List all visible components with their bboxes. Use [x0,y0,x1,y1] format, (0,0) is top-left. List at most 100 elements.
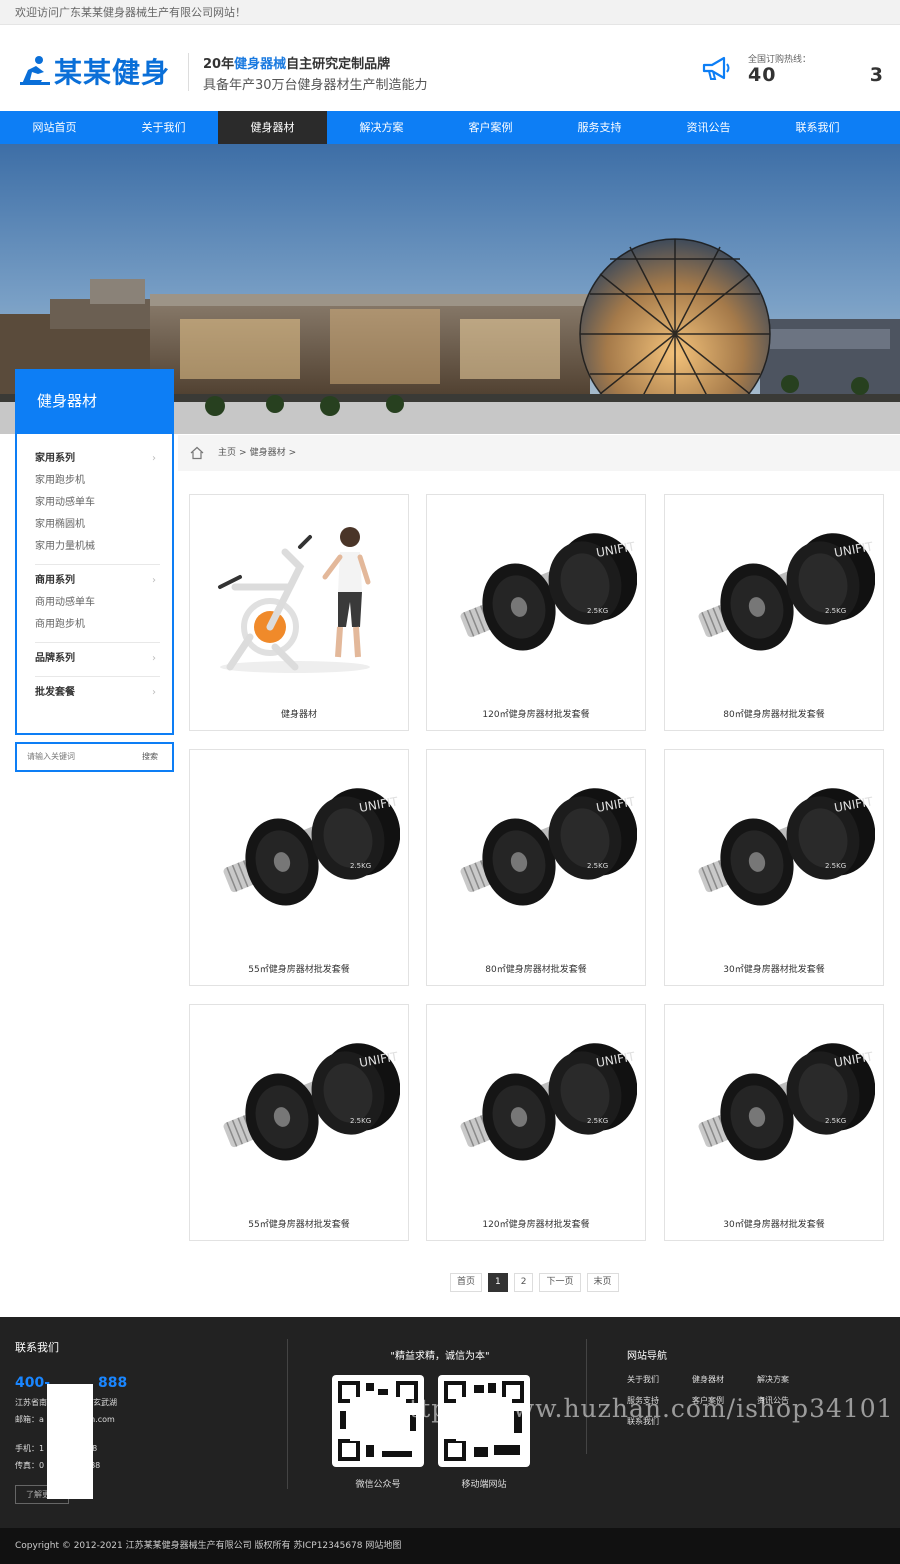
product-title[interactable]: 55㎡健身房器材批发套餐 [190,962,408,975]
page-number-button[interactable]: 2 [513,1273,534,1292]
dumbbell-product-image[interactable]: UNIFIT 2.5KG [675,507,876,697]
page-first-button[interactable]: 首页 [450,1273,483,1292]
exercise-bike-product-image[interactable] [200,507,400,697]
nav-item-6[interactable]: 资讯公告 [654,111,763,144]
page-last-button[interactable]: 末页 [586,1273,619,1292]
sidebar-category: 品牌系列 › [35,643,160,677]
sidebar-category-head[interactable]: 品牌系列 › [35,648,160,670]
slogan-line2: 具备年产30万台健身器材生产制造能力 [203,78,428,93]
product-title[interactable]: 55㎡健身房器材批发套餐 [190,1217,408,1230]
top-welcome-bar: 欢迎访问广东某某健身器械生产有限公司网站！ [0,0,900,25]
search-input[interactable]: 请输入关键词 [27,744,75,770]
footer-nav-link[interactable]: 解决方案 [757,1374,822,1385]
sidebar-category: 批发套餐 › [35,677,160,710]
product-card[interactable]: UNIFIT 2.5KG 120㎡健身房器材批发套餐 [426,494,646,731]
sidebar-category-head[interactable]: 批发套餐 › [35,682,160,704]
chevron-right-icon: › [152,653,156,664]
dumbbell-product-image[interactable]: UNIFIT 2.5KG [437,762,638,952]
footer-qr-section: "精益求精，诚信为本" 微信公众号 移动端网站 [320,1347,560,1490]
svg-text:2.5KG: 2.5KG [587,862,608,870]
sidebar-subitem[interactable]: 家用椭圆机 [35,514,160,536]
dumbbell-product-image[interactable]: UNIFIT 2.5KG [675,762,876,952]
sidebar-category-list: 家用系列 › 家用跑步机 家用动感单车 家用椭圆机 家用力量机械 商用系列 › 商用动感单车 商用… [15,434,174,735]
nav-item-2[interactable]: 健身器材 [218,111,327,144]
product-card[interactable]: UNIFIT 2.5KG 55㎡健身房器材批发套餐 [189,1004,409,1241]
site-header: 某某健身 20年健身器械自主研究定制品牌 具备年产30万台健身器材生产制造能力 … [0,25,900,111]
sidebar-category: 家用系列 › 家用跑步机 家用动感单车 家用椭圆机 家用力量机械 [35,434,160,565]
sidebar-category-label: 商用系列 [35,575,75,586]
logo-text: 某某健身 [54,56,171,89]
sidebar-title: 健身器材 [15,369,174,434]
nav-item-4[interactable]: 客户案例 [436,111,545,144]
footer-quote: "精益求精，诚信为本" [390,1351,490,1362]
sidebar-category-head[interactable]: 商用系列 › [35,570,160,592]
svg-text:2.5KG: 2.5KG [587,1117,608,1125]
footer-divider [287,1339,288,1489]
svg-text:2.5KG: 2.5KG [350,1117,371,1125]
sidebar-category-label: 批发套餐 [35,687,75,698]
hotline-number: 40 3 [748,64,884,86]
product-card[interactable]: UNIFIT 2.5KG 30㎡健身房器材批发套餐 [664,749,884,986]
welcome-text: 欢迎访问广东某某健身器械生产有限公司网站！ [15,6,246,19]
page-next-button[interactable]: 下一页 [539,1273,581,1292]
sidebar-category: 商用系列 › 商用动感单车 商用跑步机 [35,565,160,643]
product-title[interactable]: 80㎡健身房器材批发套餐 [427,962,645,975]
nav-item-0[interactable]: 网站首页 [0,111,109,144]
pagination: 首页 1 2 下一页 末页 [450,1273,619,1292]
product-card[interactable]: UNIFIT 2.5KG 80㎡健身房器材批发套餐 [664,494,884,731]
watermark-text: https://www.huzhan.com/ishop34101 [392,1394,894,1423]
main-nav: 网站首页 关于我们 健身器材 解决方案 客户案例 服务支持 资讯公告 联系我们 [0,111,900,144]
dumbbell-product-image[interactable]: UNIFIT 2.5KG [437,507,638,697]
nav-item-7[interactable]: 联系我们 [763,111,872,144]
product-title[interactable]: 健身器材 [190,707,408,720]
product-title[interactable]: 120㎡健身房器材批发套餐 [427,1217,645,1230]
product-title[interactable]: 120㎡健身房器材批发套餐 [427,707,645,720]
breadcrumb-home[interactable]: 主页 [218,435,236,471]
chevron-right-icon: › [152,453,156,464]
product-card[interactable]: 健身器材 [189,494,409,731]
page-number-button[interactable]: 1 [488,1273,508,1292]
sidebar-subitem[interactable]: 家用动感单车 [35,492,160,514]
wechat-qr-caption: 微信公众号 [355,1480,401,1490]
sidebar-subitem[interactable]: 家用力量机械 [35,536,160,558]
sidebar-subitem[interactable]: 家用跑步机 [35,470,160,492]
product-title[interactable]: 30㎡健身房器材批发套餐 [665,1217,883,1230]
search-button[interactable]: 搜索 [142,744,158,770]
dumbbell-product-image[interactable]: UNIFIT 2.5KG [675,1017,876,1207]
nav-item-1[interactable]: 关于我们 [109,111,218,144]
sidebar-subitem[interactable]: 商用跑步机 [35,614,160,636]
slogan-highlight: 健身器械 [234,57,287,72]
nav-item-5[interactable]: 服务支持 [545,111,654,144]
redaction-block [47,1384,93,1499]
dumbbell-product-image[interactable]: UNIFIT 2.5KG [200,762,401,952]
mobile-qr-caption: 移动端网站 [461,1480,507,1490]
breadcrumb-current[interactable]: 健身器材 [250,435,286,471]
sidebar-search: 请输入关键词 搜索 [15,742,174,772]
product-card[interactable]: UNIFIT 2.5KG 30㎡健身房器材批发套餐 [664,1004,884,1241]
product-card[interactable]: UNIFIT 2.5KG 80㎡健身房器材批发套餐 [426,749,646,986]
product-title[interactable]: 30㎡健身房器材批发套餐 [665,962,883,975]
footer-nav-link[interactable]: 健身器材 [692,1374,757,1385]
nav-item-3[interactable]: 解决方案 [327,111,436,144]
product-title[interactable]: 80㎡健身房器材批发套餐 [665,707,883,720]
site-logo[interactable]: 某某健身 [18,51,170,91]
sidebar-subitem[interactable]: 商用动感单车 [35,592,160,614]
product-card[interactable]: UNIFIT 2.5KG 120㎡健身房器材批发套餐 [426,1004,646,1241]
svg-text:2.5KG: 2.5KG [350,862,371,870]
copyright-bar: Copyright © 2012-2021 江苏某某健身器械生产有限公司 版权所… [0,1528,900,1564]
fitness-logo-icon [20,56,50,85]
sidebar-category-head[interactable]: 家用系列 › [35,448,160,470]
svg-text:2.5KG: 2.5KG [825,862,846,870]
chevron-right-icon: › [152,575,156,586]
slogan-post: 自主研究定制品牌 [286,57,391,72]
dumbbell-product-image[interactable]: UNIFIT 2.5KG [200,1017,401,1207]
home-icon [190,446,204,460]
dumbbell-product-image[interactable]: UNIFIT 2.5KG [437,1017,638,1207]
footer-nav-link[interactable]: 关于我们 [627,1374,692,1385]
breadcrumb: 主页 > 健身器材 > [178,435,900,471]
sidebar-category-label: 品牌系列 [35,653,75,664]
product-card[interactable]: UNIFIT 2.5KG 55㎡健身房器材批发套餐 [189,749,409,986]
sidebar-category-label: 家用系列 [35,453,75,464]
svg-text:2.5KG: 2.5KG [587,607,608,615]
header-slogan: 20年健身器械自主研究定制品牌 具备年产30万台健身器材生产制造能力 [203,53,428,93]
